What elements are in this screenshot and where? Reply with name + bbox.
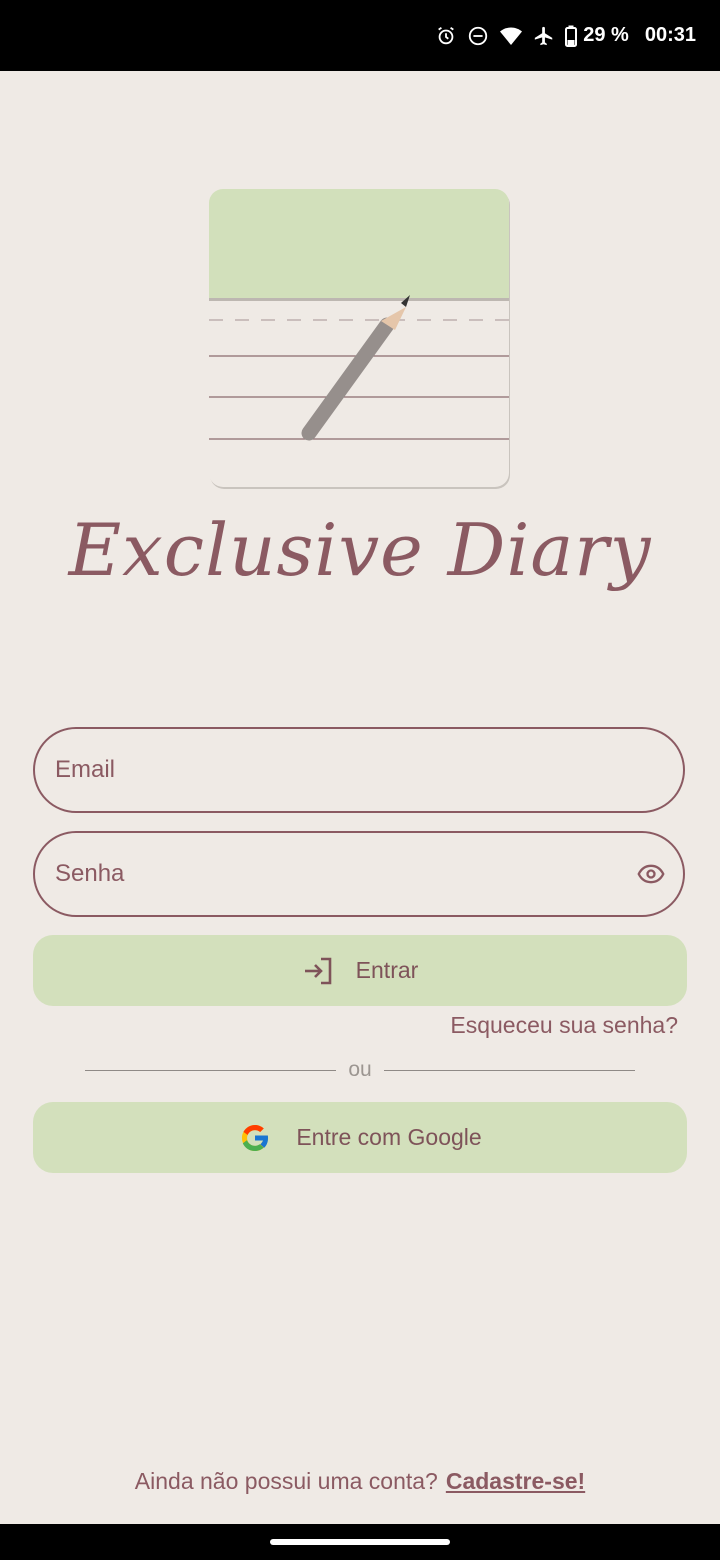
login-icon (304, 957, 331, 984)
alarm-icon (438, 26, 455, 44)
signup-prompt: Ainda não possui uma conta? Cadastre-se! (0, 1468, 720, 1495)
or-divider: ou (85, 1058, 636, 1082)
password-field[interactable] (33, 831, 685, 917)
google-signin-button[interactable]: Entre com Google (33, 1102, 687, 1173)
eye-icon[interactable] (637, 860, 665, 888)
forgot-password-link[interactable]: Esqueceu sua senha? (450, 1012, 678, 1039)
login-button[interactable]: Entrar (33, 935, 687, 1006)
google-button-label: Entre com Google (296, 1124, 482, 1150)
diary-logo (209, 189, 510, 489)
or-label: ou (348, 1058, 372, 1081)
battery-percentage: 29 % (583, 24, 629, 46)
airplane-mode-icon (535, 26, 553, 45)
status-time: 00:31 (644, 24, 696, 46)
battery-icon (565, 25, 578, 47)
email-field[interactable] (33, 727, 685, 813)
signup-link[interactable]: Cadastre-se! (446, 1468, 585, 1494)
status-icons: 29 % 00:31 (435, 0, 696, 71)
app-title: Exclusive Diary (68, 508, 652, 592)
home-gesture-handle[interactable] (270, 1539, 450, 1545)
do-not-disturb-icon (469, 26, 488, 45)
password-input[interactable] (53, 859, 637, 889)
status-bar: 29 % 00:31 (0, 0, 720, 71)
google-logo-icon (242, 1124, 270, 1151)
divider-line-left (85, 1069, 337, 1071)
login-button-label: Entrar (355, 957, 419, 983)
email-input[interactable] (53, 755, 665, 785)
signup-prompt-text: Ainda não possui uma conta? (134, 1468, 438, 1494)
wifi-icon (500, 27, 523, 45)
navigation-bar (0, 1524, 720, 1560)
divider-line-right (383, 1069, 636, 1071)
